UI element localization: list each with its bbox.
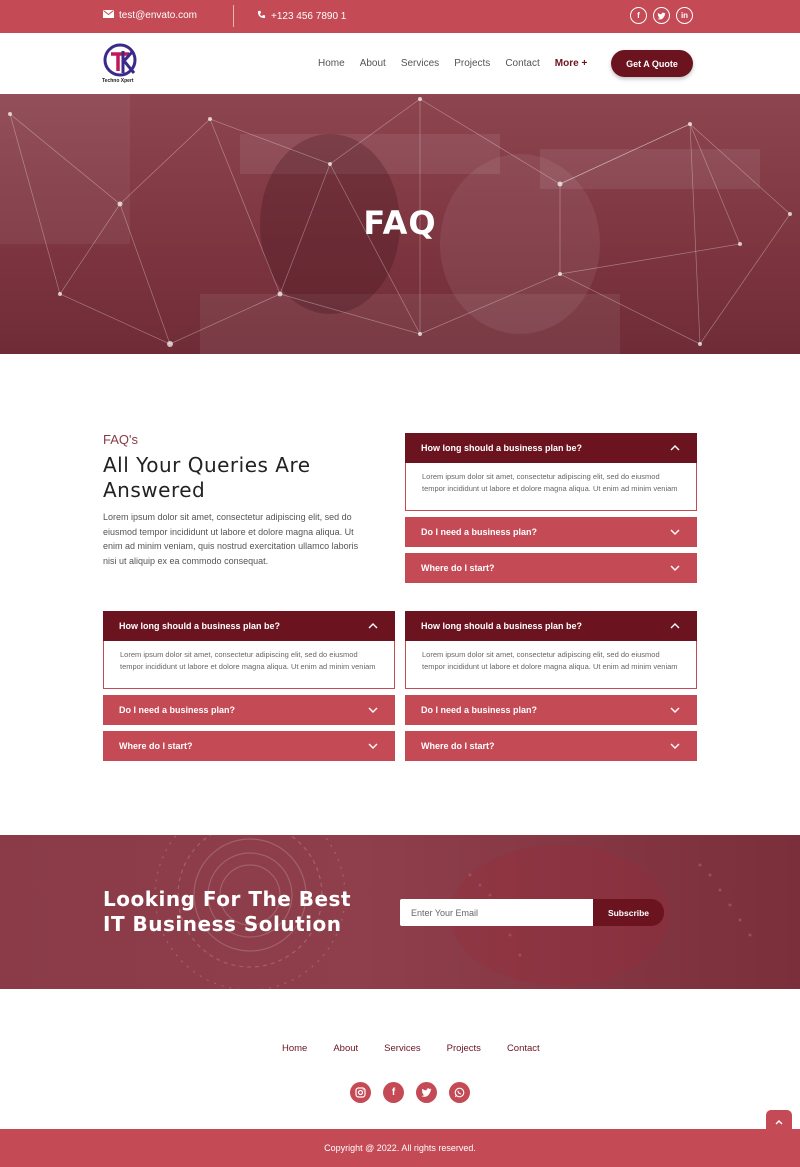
faq-description: Lorem ipsum dolor sit amet, consectetur … bbox=[103, 512, 359, 566]
nav-item-home[interactable]: Home bbox=[318, 58, 345, 69]
faq-kicker: FAQ's bbox=[103, 432, 138, 447]
faq-accordion-top-right: How long should a business plan be? Lore… bbox=[405, 433, 697, 583]
nav-item-more[interactable]: More + bbox=[555, 58, 588, 69]
chevron-down-icon bbox=[669, 740, 681, 752]
top-contact-bar: test@envato.com +123 456 7890 1 f in bbox=[0, 0, 800, 33]
contact-phone[interactable]: +123 456 7890 1 bbox=[257, 10, 346, 22]
newsletter-cta-banner: Looking For The Best IT Business Solutio… bbox=[0, 835, 800, 989]
faq-accordion-bottom-left: How long should a business plan be? Lore… bbox=[103, 611, 395, 761]
accordion-question: Where do I start? bbox=[421, 741, 495, 751]
accordion-question: Do I need a business plan? bbox=[119, 705, 236, 715]
accordion-item-header[interactable]: Where do I start? bbox=[405, 731, 697, 761]
accordion-answer: Lorem ipsum dolor sit amet, consectetur … bbox=[405, 463, 697, 511]
chevron-down-icon bbox=[669, 526, 681, 538]
footer-socials: f bbox=[350, 1082, 470, 1103]
accordion-question: How long should a business plan be? bbox=[421, 621, 583, 631]
techno-xpert-logo[interactable]: Techno Xpert bbox=[102, 43, 139, 84]
accordion-question: How long should a business plan be? bbox=[421, 443, 583, 453]
chevron-down-icon bbox=[669, 562, 681, 574]
footer-link-projects[interactable]: Projects bbox=[447, 1043, 481, 1054]
main-menu: Home About Services Projects Contact Mor… bbox=[318, 58, 602, 69]
page-title: FAQ bbox=[363, 204, 437, 242]
main-navbar: Techno Xpert Home About Services Project… bbox=[0, 33, 800, 94]
subscribe-button[interactable]: Subscribe bbox=[593, 899, 664, 926]
faq-heading: All Your Queries Are Answered bbox=[103, 453, 311, 502]
whatsapp-icon[interactable] bbox=[449, 1082, 470, 1103]
chevron-up-icon bbox=[367, 620, 379, 632]
phone-icon bbox=[257, 10, 266, 22]
footer-link-home[interactable]: Home bbox=[282, 1043, 307, 1054]
chevron-down-icon bbox=[367, 704, 379, 716]
accordion-item-header[interactable]: Where do I start? bbox=[405, 553, 697, 583]
accordion-item-header[interactable]: Where do I start? bbox=[103, 731, 395, 761]
chevron-down-icon bbox=[367, 740, 379, 752]
nav-item-projects[interactable]: Projects bbox=[454, 58, 490, 69]
nav-item-about[interactable]: About bbox=[360, 58, 386, 69]
contact-email[interactable]: test@envato.com bbox=[103, 10, 197, 21]
accordion-question: Where do I start? bbox=[421, 563, 495, 573]
phone-text: +123 456 7890 1 bbox=[271, 10, 347, 22]
footer-link-about[interactable]: About bbox=[333, 1043, 358, 1054]
envelope-icon bbox=[103, 10, 114, 21]
get-quote-button[interactable]: Get A Quote bbox=[611, 50, 693, 77]
chevron-down-icon bbox=[669, 704, 681, 716]
copyright-bar: Copyright @ 2022. All rights reserved. bbox=[0, 1129, 800, 1167]
accordion-item-header[interactable]: Do I need a business plan? bbox=[103, 695, 395, 725]
accordion-question: Do I need a business plan? bbox=[421, 705, 538, 715]
nav-item-services[interactable]: Services bbox=[401, 58, 439, 69]
nav-item-contact[interactable]: Contact bbox=[505, 58, 539, 69]
accordion-question: How long should a business plan be? bbox=[119, 621, 281, 631]
accordion-item-header[interactable]: How long should a business plan be? bbox=[103, 611, 395, 641]
chevron-up-icon bbox=[669, 442, 681, 454]
footer-link-contact[interactable]: Contact bbox=[507, 1043, 540, 1054]
accordion-question: Do I need a business plan? bbox=[421, 527, 538, 537]
faq-accordion-bottom-right: How long should a business plan be? Lore… bbox=[405, 611, 697, 761]
footer-nav: Home About Services Projects Contact bbox=[282, 1043, 566, 1054]
accordion-question: Where do I start? bbox=[119, 741, 193, 751]
accordion-item-header[interactable]: How long should a business plan be? bbox=[405, 433, 697, 463]
facebook-icon[interactable]: f bbox=[383, 1082, 404, 1103]
email-input[interactable]: Enter Your Email bbox=[400, 899, 594, 926]
email-text: test@envato.com bbox=[119, 10, 197, 21]
twitter-icon[interactable] bbox=[416, 1082, 437, 1103]
chevron-up-icon bbox=[669, 620, 681, 632]
logo-text: Techno Xpert bbox=[102, 78, 134, 84]
accordion-answer: Lorem ipsum dolor sit amet, consectetur … bbox=[405, 641, 697, 689]
linkedin-icon[interactable]: in bbox=[676, 7, 693, 24]
hero-banner: FAQ bbox=[0, 94, 800, 354]
accordion-item-header[interactable]: How long should a business plan be? bbox=[405, 611, 697, 641]
accordion-answer: Lorem ipsum dolor sit amet, consectetur … bbox=[103, 641, 395, 689]
facebook-icon[interactable]: f bbox=[630, 7, 647, 24]
accordion-item-header[interactable]: Do I need a business plan? bbox=[405, 695, 697, 725]
cta-heading: Looking For The Best IT Business Solutio… bbox=[103, 887, 351, 936]
copyright-text: Copyright @ 2022. All rights reserved. bbox=[324, 1143, 476, 1153]
topbar-socials: f in bbox=[630, 7, 693, 24]
instagram-icon[interactable] bbox=[350, 1082, 371, 1103]
footer-link-services[interactable]: Services bbox=[384, 1043, 420, 1054]
accordion-item-header[interactable]: Do I need a business plan? bbox=[405, 517, 697, 547]
twitter-icon[interactable] bbox=[653, 7, 670, 24]
topbar-divider bbox=[233, 5, 234, 27]
